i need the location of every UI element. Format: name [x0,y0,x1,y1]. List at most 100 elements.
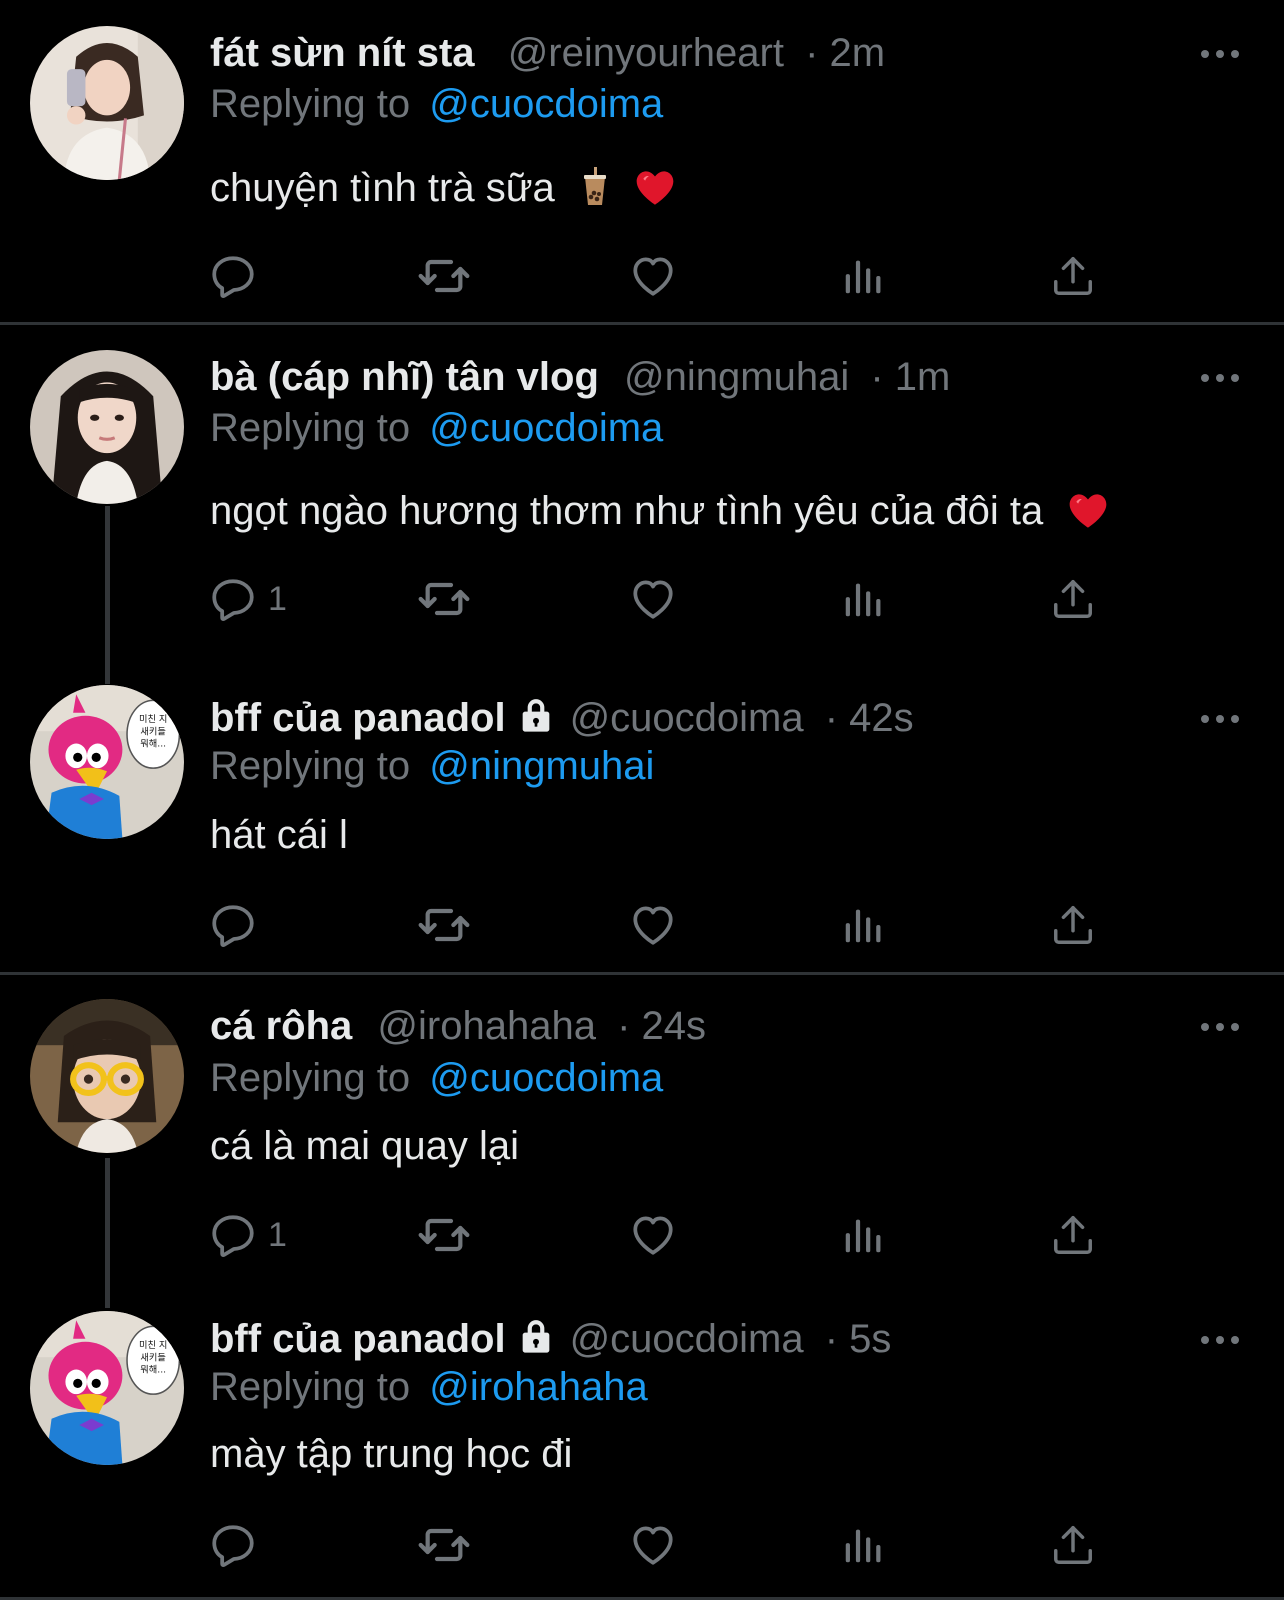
share-button[interactable] [1050,1517,1096,1573]
replying-label: Replying to [210,1365,411,1409]
tweet-5[interactable]: bff của panadol @cuocdoima · 5s Replying … [0,1307,1284,1597]
like-button[interactable] [628,248,678,304]
tweet-2[interactable]: bà (cáp nhĩ) tân vlog @ningmuhai · 1m Re… [0,325,1284,665]
mention-link[interactable]: @irohahaha [429,1365,648,1409]
retweet-button[interactable] [416,1207,472,1263]
share-button[interactable] [1050,248,1096,304]
reply-button[interactable]: 1 [208,1207,287,1263]
tweet-header: fát sừn nít sta @reinyourheart · 2m [210,27,885,79]
like-button[interactable] [628,571,678,627]
tweet-3[interactable]: bff của panadol @cuocdoima · 42s Replying… [0,665,1284,972]
share-icon [1050,1212,1096,1258]
user-handle[interactable]: @cuocdoima [570,1317,804,1361]
more-dots-icon[interactable] [1200,1020,1240,1034]
timestamp[interactable]: · 1m [870,355,950,399]
tweet-text-container: cá là mai quay lại [210,1120,519,1172]
tweet-text-container: chuyện tình trà sữa [210,162,675,214]
more-dots-icon[interactable] [1200,47,1240,61]
tweet-text: ngọt ngào hương thơm như tình yêu của đô… [210,489,1044,533]
analytics-icon [840,902,886,948]
avatar[interactable] [30,685,184,839]
reply-count: 1 [268,1215,287,1254]
share-icon [1050,1522,1096,1568]
mention-link[interactable]: @cuocdoima [429,1056,663,1100]
reply-button[interactable] [208,897,268,953]
like-button[interactable] [628,897,678,953]
tweet-text-container: hát cái l [210,809,348,861]
analytics-icon [840,1522,886,1568]
user-handle[interactable]: @irohahaha [377,1004,596,1048]
like-button[interactable] [628,1517,678,1573]
reply-bubble-icon [208,1520,258,1570]
retweet-icon [416,248,472,304]
reply-button[interactable] [208,248,268,304]
retweet-button[interactable] [416,248,472,304]
action-bar [0,1517,1284,1573]
analytics-icon [840,576,886,622]
heart-icon [628,900,678,950]
views-button[interactable] [840,1207,886,1263]
display-name[interactable]: fát sừn nít sta [210,31,475,75]
reply-bubble-icon [208,1210,258,1260]
views-button[interactable] [840,897,886,953]
lock-icon [516,695,556,735]
replying-to: Replying to @cuocdoima [210,402,663,454]
user-handle[interactable]: @reinyourheart [508,31,784,75]
display-name[interactable]: bff của panadol [210,1317,506,1361]
share-icon [1050,576,1096,622]
replying-to: Replying to @cuocdoima [210,78,663,130]
retweet-button[interactable] [416,897,472,953]
tweet-text: chuyện tình trà sữa [210,166,555,210]
like-button[interactable] [628,1207,678,1263]
display-name[interactable]: cá rôha [210,1004,352,1048]
red-heart-icon [636,171,674,205]
share-button[interactable] [1050,897,1096,953]
heart-icon [628,1210,678,1260]
reply-count: 1 [268,579,287,618]
mention-link[interactable]: @ningmuhai [429,744,654,788]
reply-button[interactable] [208,1517,268,1573]
tweet-header: bff của panadol @cuocdoima · 5s [210,1313,891,1365]
retweet-icon [416,1517,472,1573]
avatar[interactable] [30,1311,184,1465]
tweet-header: cá rôha @irohahaha · 24s [210,1000,706,1052]
action-bar [0,248,1284,304]
tweet-4[interactable]: cá rôha @irohahaha · 24s Replying to @cu… [0,975,1284,1307]
more-dots-icon[interactable] [1200,712,1240,726]
avatar[interactable] [30,999,184,1153]
tweet-text: hát cái l [210,813,348,857]
bubble-tea-icon [583,167,606,205]
views-button[interactable] [840,571,886,627]
retweet-button[interactable] [416,571,472,627]
display-name[interactable]: bff của panadol [210,696,506,740]
retweet-button[interactable] [416,1517,472,1573]
timestamp[interactable]: · 2m [805,31,885,75]
more-dots-icon[interactable] [1200,1333,1240,1347]
share-button[interactable] [1050,571,1096,627]
avatar[interactable] [30,26,184,180]
user-handle[interactable]: @ningmuhai [624,355,849,399]
heart-icon [628,574,678,624]
user-handle[interactable]: @cuocdoima [570,696,804,740]
timestamp[interactable]: · 5s [825,1317,892,1361]
share-button[interactable] [1050,1207,1096,1263]
replying-to: Replying to @cuocdoima [210,1052,663,1104]
lock-icon [516,1316,556,1356]
timestamp[interactable]: · 24s [617,1004,706,1048]
reply-button[interactable]: 1 [208,571,287,627]
retweet-icon [416,1207,472,1263]
timestamp[interactable]: · 42s [825,696,914,740]
tweet-1[interactable]: fát sừn nít sta @reinyourheart · 2m Repl… [0,0,1284,322]
views-button[interactable] [840,1517,886,1573]
replying-label: Replying to [210,82,411,126]
share-icon [1050,253,1096,299]
more-dots-icon[interactable] [1200,371,1240,385]
mention-link[interactable]: @cuocdoima [429,82,663,126]
tweet-text-container: ngọt ngào hương thơm như tình yêu của đô… [210,485,1108,537]
mention-link[interactable]: @cuocdoima [429,406,663,450]
tweet-text-container: mày tập trung học đi [210,1428,572,1480]
avatar[interactable] [30,350,184,504]
display-name[interactable]: bà (cáp nhĩ) tân vlog [210,355,599,399]
views-button[interactable] [840,248,886,304]
analytics-icon [840,1212,886,1258]
